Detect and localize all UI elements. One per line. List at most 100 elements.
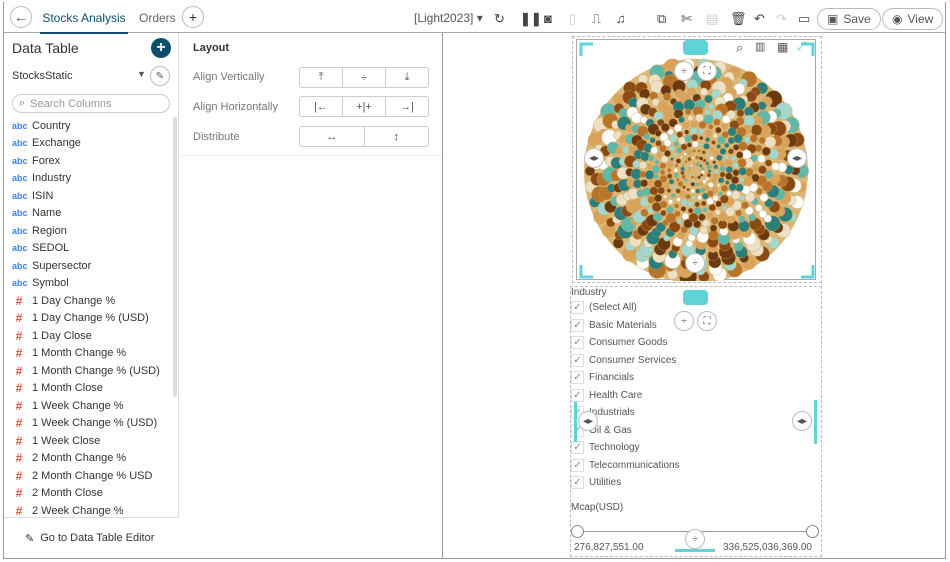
undo-icon[interactable]: ↶ <box>754 11 765 27</box>
pack-bubble[interactable] <box>721 123 729 130</box>
pack-bubble[interactable] <box>682 122 690 129</box>
resize-bar[interactable] <box>814 400 817 444</box>
pack-bubble[interactable] <box>659 174 668 183</box>
pack-bubble[interactable] <box>702 158 707 163</box>
pack-bubble[interactable] <box>712 133 719 139</box>
pack-bubble[interactable] <box>719 147 727 155</box>
pack-bubble[interactable] <box>684 178 688 182</box>
pack-bubble[interactable] <box>704 94 713 104</box>
pack-bubble[interactable] <box>759 193 769 202</box>
pack-bubble[interactable] <box>659 162 667 170</box>
pack-bubble[interactable] <box>682 163 686 167</box>
pack-bubble[interactable] <box>700 170 705 174</box>
range-max-handle[interactable] <box>806 525 819 538</box>
add-tab-button[interactable]: + <box>182 6 204 28</box>
pack-bubble[interactable] <box>615 146 623 155</box>
pack-bubble[interactable] <box>749 134 758 143</box>
column-item[interactable]: #1 Month Change % (USD) <box>12 362 160 379</box>
circle-pack-panel[interactable] <box>576 39 816 286</box>
scrollbar[interactable] <box>173 117 177 397</box>
pack-bubble[interactable] <box>699 135 704 141</box>
pack-bubble[interactable] <box>654 159 660 165</box>
resize-bar[interactable] <box>675 549 715 552</box>
pack-bubble[interactable] <box>694 207 702 215</box>
selection-corner[interactable] <box>579 42 593 56</box>
pack-bubble[interactable] <box>676 131 683 138</box>
pack-bubble[interactable] <box>687 200 694 208</box>
pack-bubble[interactable] <box>640 179 649 188</box>
pack-bubble[interactable] <box>673 172 679 178</box>
pack-bubble[interactable] <box>735 183 744 192</box>
column-item[interactable]: #2 Month Close <box>12 485 103 502</box>
filter-checkbox[interactable]: ✓ Telecommunications <box>571 458 680 472</box>
align-left-button[interactable]: |← <box>300 97 343 116</box>
pack-bubble[interactable] <box>699 87 709 96</box>
pack-bubble[interactable] <box>716 183 721 188</box>
pack-bubble[interactable] <box>713 150 719 156</box>
pack-bubble[interactable] <box>725 166 733 174</box>
pack-bubble[interactable] <box>750 124 763 136</box>
pack-bubble[interactable] <box>660 169 666 175</box>
pack-bubble[interactable] <box>686 142 693 148</box>
pack-bubble[interactable] <box>717 136 726 145</box>
column-item[interactable]: abc Exchange <box>12 135 81 152</box>
pack-bubble[interactable] <box>715 200 722 208</box>
pack-bubble[interactable] <box>680 206 687 212</box>
pack-bubble[interactable] <box>731 155 737 162</box>
bell-icon[interactable]: ♫ <box>616 11 626 26</box>
pack-bubble[interactable] <box>680 166 685 172</box>
bookmark-icon[interactable]: ⎍ <box>592 11 601 27</box>
pack-bubble[interactable] <box>670 157 674 161</box>
pack-bubble[interactable] <box>698 181 704 187</box>
tab-orders[interactable]: Orders <box>139 11 176 25</box>
pack-bubble[interactable] <box>695 182 699 187</box>
column-item[interactable]: abc Country <box>12 117 71 134</box>
pack-bubble[interactable] <box>675 188 681 194</box>
pause-icon[interactable]: ❚❚ <box>520 11 542 27</box>
pack-bubble[interactable] <box>639 151 650 162</box>
pack-bubble[interactable] <box>687 115 694 121</box>
pack-bubble[interactable] <box>659 200 668 209</box>
pack-bubble[interactable] <box>732 169 740 177</box>
range-min-handle[interactable] <box>571 525 584 538</box>
resize-bottom-handle[interactable]: ÷ <box>685 529 705 549</box>
pack-bubble[interactable] <box>673 141 679 147</box>
column-item[interactable]: abc Symbol <box>12 275 69 292</box>
pack-bubble[interactable] <box>719 165 726 172</box>
filter-checkbox[interactable]: ✓ Utilities <box>571 476 621 489</box>
refresh-icon[interactable]: ↻ <box>494 11 505 27</box>
column-item[interactable]: #1 Week Change % <box>12 397 124 414</box>
pack-bubble[interactable] <box>654 194 663 203</box>
column-item[interactable]: abc Forex <box>12 152 60 169</box>
pack-bubble[interactable] <box>692 149 696 153</box>
pack-bubble[interactable] <box>690 121 698 128</box>
pack-bubble[interactable] <box>687 87 696 96</box>
pack-bubble[interactable] <box>699 164 703 168</box>
excel-icon[interactable]: ▥ <box>755 40 765 53</box>
pack-bubble[interactable] <box>690 181 696 187</box>
pack-bubble[interactable] <box>687 170 691 173</box>
pack-bubble[interactable] <box>685 240 694 248</box>
selection-corner[interactable] <box>579 265 593 279</box>
pack-bubble[interactable] <box>722 204 728 211</box>
pack-bubble[interactable] <box>738 141 748 151</box>
pack-bubble[interactable] <box>668 133 678 143</box>
save-button[interactable]: ▣ Save <box>817 8 881 30</box>
pack-bubble[interactable] <box>699 226 708 235</box>
pack-bubble[interactable] <box>701 150 706 155</box>
pack-bubble[interactable] <box>674 203 680 209</box>
pack-bubble[interactable] <box>723 154 730 160</box>
chevron-down-icon[interactable]: ▼ <box>137 69 146 79</box>
pack-bubble[interactable] <box>724 142 730 148</box>
pack-bubble[interactable] <box>657 186 665 195</box>
pack-bubble[interactable] <box>733 133 743 144</box>
pack-bubble[interactable] <box>736 151 744 159</box>
pack-bubble[interactable] <box>625 123 633 132</box>
search-columns-input[interactable]: ⌕ Search Columns <box>12 94 170 113</box>
pack-bubble[interactable] <box>689 163 694 168</box>
pack-bubble[interactable] <box>673 168 679 173</box>
filter-checkbox[interactable]: ✓ Health Care <box>571 388 642 402</box>
column-item[interactable]: #1 Day Change % (USD) <box>12 310 149 327</box>
selection-corner[interactable] <box>801 265 815 279</box>
pack-bubble[interactable] <box>706 172 712 178</box>
